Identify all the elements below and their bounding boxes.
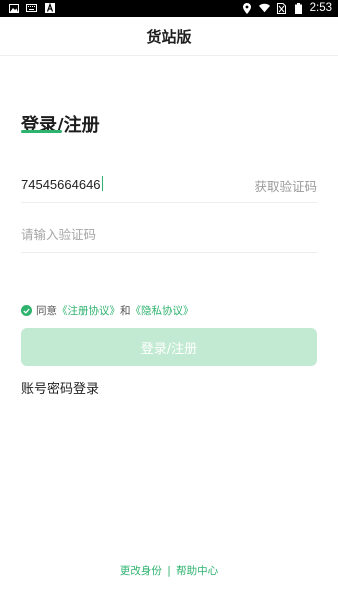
verification-code-input[interactable]	[21, 222, 311, 246]
check-icon	[23, 308, 30, 314]
phone-field[interactable]: 74545664646 获取验证码	[21, 170, 317, 203]
status-bar: 2:53	[0, 0, 338, 17]
login-register-button[interactable]: 登录/注册	[21, 328, 317, 366]
privacy-agreement-link[interactable]: 《隐私协议》	[131, 303, 194, 318]
image-icon	[8, 3, 19, 13]
agreement-row: 同意 《注册协议》 和 《隐私协议》	[21, 303, 194, 318]
location-icon	[242, 2, 253, 14]
text-a-icon	[44, 3, 55, 13]
status-time: 2:53	[309, 2, 332, 14]
heading-underline	[21, 130, 62, 133]
phone-input[interactable]: 74545664646	[21, 176, 103, 192]
page-title: 货站版	[146, 27, 192, 46]
wifi-icon	[258, 3, 270, 13]
agreement-and: 和	[120, 305, 131, 317]
password-login-link[interactable]: 账号密码登录	[21, 378, 99, 397]
code-field[interactable]	[21, 220, 317, 253]
battery-icon	[293, 2, 304, 14]
footer-links: 更改身份 | 帮助中心	[0, 563, 338, 578]
register-agreement-link[interactable]: 《注册协议》	[57, 303, 120, 318]
footer-separator: |	[167, 565, 171, 577]
login-heading: 登录/注册	[21, 115, 100, 136]
keyboard-icon	[26, 3, 37, 13]
help-center-link[interactable]: 帮助中心	[176, 565, 218, 577]
no-sim-icon	[276, 2, 287, 14]
app-bar: 货站版	[0, 17, 338, 56]
text-caret	[101, 176, 103, 191]
agreement-checkbox[interactable]	[21, 305, 32, 316]
change-identity-link[interactable]: 更改身份	[120, 565, 162, 577]
phone-value-text: 74545664646	[21, 177, 101, 192]
agreement-prefix: 同意	[36, 305, 57, 317]
get-code-button[interactable]: 获取验证码	[254, 176, 317, 195]
